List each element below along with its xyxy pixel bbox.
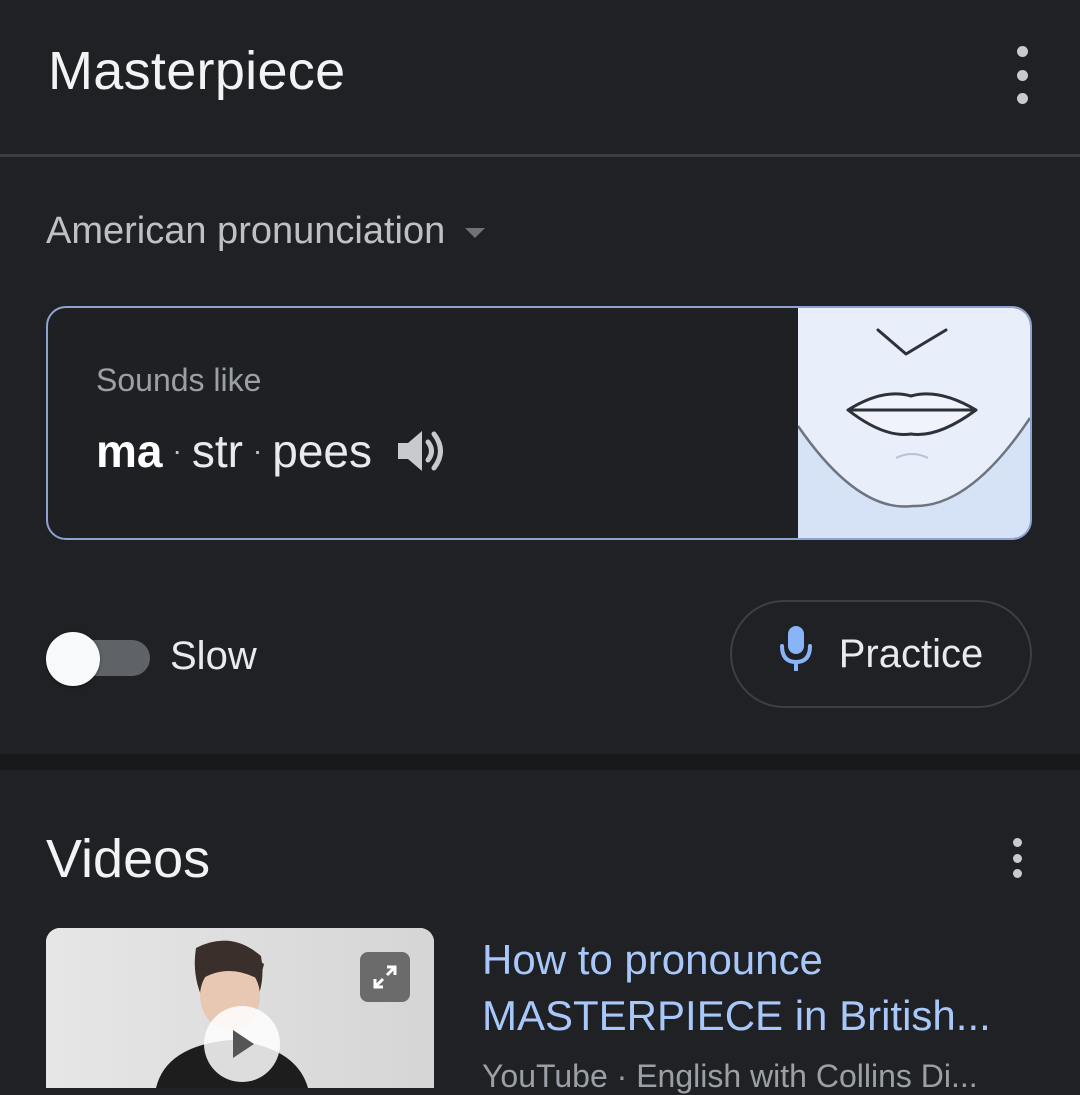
more-options-icon[interactable] <box>1012 46 1032 104</box>
section-separator <box>0 754 1080 770</box>
play-icon[interactable] <box>204 1006 280 1082</box>
syllable-separator: · <box>252 435 263 466</box>
header-divider <box>0 154 1080 157</box>
expand-icon[interactable] <box>360 952 410 1002</box>
practice-label: Practice <box>838 631 984 676</box>
video-thumbnail[interactable] <box>46 928 434 1088</box>
accent-label: American pronunciation <box>46 210 446 252</box>
videos-more-options-icon[interactable] <box>1007 838 1027 878</box>
video-source: YouTube · English with Collins Di... <box>482 1058 978 1094</box>
mouth-illustration <box>796 308 1030 538</box>
syllable: pees <box>272 425 372 477</box>
video-title-link[interactable]: How to pronounce MASTERPIECE in British.… <box>482 932 1042 1044</box>
sounds-like-label: Sounds like <box>96 362 262 398</box>
syllable: str <box>191 425 243 477</box>
toggle-knob <box>46 632 100 686</box>
syllable-separator: · <box>172 435 182 466</box>
speaker-icon[interactable] <box>394 428 448 474</box>
slow-toggle[interactable] <box>46 632 150 686</box>
phonetic-spelling: ma · str · pees <box>96 424 448 478</box>
dropdown-caret-icon <box>465 227 486 238</box>
accent-dropdown[interactable]: American pronunciation <box>46 210 486 253</box>
videos-heading: Videos <box>46 829 211 889</box>
pronunciation-card: Sounds like ma · str · pees <box>46 306 1032 540</box>
slow-label: Slow <box>170 634 257 678</box>
page-title: Masterpiece <box>48 41 346 101</box>
microphone-icon <box>779 624 813 684</box>
practice-button[interactable]: Practice <box>730 600 1032 708</box>
syllable-stressed: ma <box>96 425 163 477</box>
